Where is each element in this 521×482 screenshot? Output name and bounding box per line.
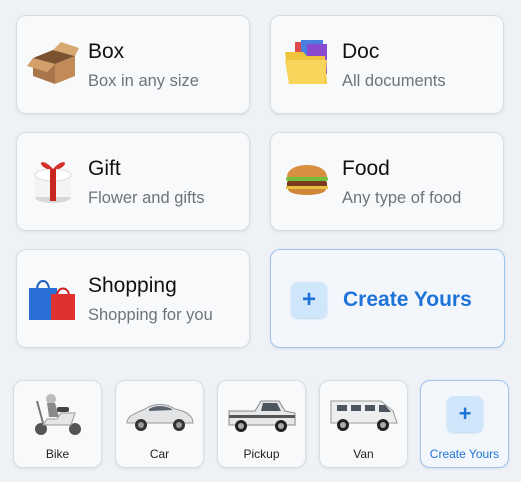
category-subtitle: Shopping for you [88, 306, 213, 324]
box-icon [27, 42, 79, 84]
burger-icon [286, 165, 328, 195]
category-subtitle: Flower and gifts [88, 189, 205, 207]
category-subtitle: Box in any size [88, 72, 199, 90]
plus-icon: + [447, 396, 483, 432]
category-subtitle: Any type of food [342, 189, 462, 207]
create-yours-label: Create Yours [429, 447, 500, 461]
category-card-box[interactable]: Box Box in any size [16, 15, 250, 114]
category-title: Gift [88, 157, 121, 180]
category-subtitle: All documents [342, 72, 446, 90]
category-card-shopping[interactable]: Shopping Shopping for you [16, 249, 250, 348]
category-title: Shopping [88, 274, 177, 297]
vehicle-label: Van [353, 447, 374, 461]
vehicle-create-yours-card[interactable]: + Create Yours [420, 380, 509, 468]
plus-icon: + [291, 282, 327, 318]
category-card-doc[interactable]: Doc All documents [270, 15, 504, 114]
category-title: Box [88, 40, 125, 63]
car-icon [125, 404, 194, 431]
vehicle-card-pickup[interactable]: Pickup [217, 380, 306, 468]
create-yours-label: Create Yours [343, 288, 472, 311]
category-card-gift[interactable]: Gift Flower and gifts [16, 132, 250, 231]
gift-icon [34, 162, 72, 203]
create-yours-card[interactable]: + Create Yours [270, 249, 505, 348]
scooter-icon [34, 394, 81, 435]
vehicle-label: Pickup [243, 447, 280, 461]
folder-documents-icon [285, 40, 327, 84]
category-title: Food [342, 157, 390, 180]
category-title: Doc [342, 40, 380, 63]
van-icon [330, 400, 398, 431]
vehicle-label: Car [149, 447, 170, 461]
vehicle-card-van[interactable]: Van [319, 380, 408, 468]
shopping-bags-icon [29, 280, 75, 320]
vehicle-label: Bike [45, 447, 70, 461]
category-card-food[interactable]: Food Any type of food [270, 132, 504, 231]
vehicle-card-car[interactable]: Car [115, 380, 204, 468]
vehicle-card-bike[interactable]: Bike [13, 380, 102, 468]
pickup-truck-icon [228, 400, 295, 432]
